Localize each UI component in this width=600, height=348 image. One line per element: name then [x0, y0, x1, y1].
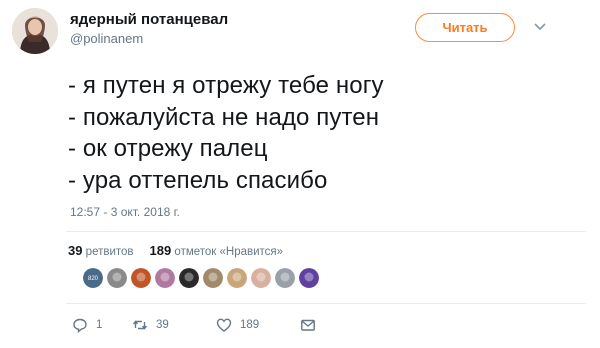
retweet-button[interactable]: 39	[132, 317, 216, 333]
tweet-line: - пожалуйста не надо путен	[68, 103, 380, 131]
retweet-count: 39	[156, 319, 169, 331]
tweet-line: - ура оттепель спасибо	[68, 166, 328, 194]
liker-avatar[interactable]	[131, 268, 151, 288]
retweets-label[interactable]: ретвитов	[86, 246, 134, 258]
likes-label[interactable]: отметок «Нравится»	[174, 246, 283, 258]
display-name[interactable]: ядерный потанцевал	[70, 11, 228, 28]
liker-avatar[interactable]	[227, 268, 247, 288]
liker-avatar[interactable]	[155, 268, 175, 288]
reply-button[interactable]: 1	[72, 317, 132, 333]
likes-count[interactable]: 189	[150, 243, 172, 258]
tweet-line: - ок отрежу палец	[68, 135, 268, 162]
reply-count: 1	[96, 319, 103, 331]
liker-avatar[interactable]	[107, 268, 127, 288]
tweet-actions: 1 39 189	[72, 317, 316, 333]
liker-avatar[interactable]	[203, 268, 223, 288]
like-count: 189	[240, 319, 260, 331]
reply-icon	[73, 318, 87, 333]
avatar-image	[12, 8, 58, 54]
avatar[interactable]	[12, 8, 58, 54]
divider	[66, 303, 586, 304]
follow-button[interactable]: Читать	[415, 13, 515, 42]
envelope-icon	[301, 319, 315, 331]
retweets-count[interactable]: 39	[68, 243, 82, 258]
liker-avatar[interactable]	[179, 268, 199, 288]
tweet-stats: 39 ретвитов 189 отметок «Нравится»	[68, 243, 283, 258]
heart-icon	[216, 318, 232, 332]
liker-avatar[interactable]	[275, 268, 295, 288]
liker-avatar[interactable]: 820	[83, 268, 103, 288]
chevron-down-icon[interactable]	[534, 22, 546, 32]
svg-text:820: 820	[88, 276, 99, 282]
liker-avatar[interactable]	[299, 268, 319, 288]
direct-message-button[interactable]	[300, 317, 316, 333]
username-handle[interactable]: @polinanem	[70, 31, 143, 46]
likers-avatars: 820	[83, 268, 323, 288]
tweet-timestamp[interactable]: 12:57 - 3 окт. 2018 г.	[70, 205, 180, 219]
tweet-line: - я путен я отрежу тебе ногу	[68, 72, 384, 99]
retweet-icon	[132, 320, 148, 330]
divider	[66, 231, 586, 232]
liker-avatar[interactable]	[251, 268, 271, 288]
tweet-text: - я путен я отрежу тебе ногу - пожалуйст…	[68, 70, 384, 196]
like-button[interactable]: 189	[216, 317, 300, 333]
